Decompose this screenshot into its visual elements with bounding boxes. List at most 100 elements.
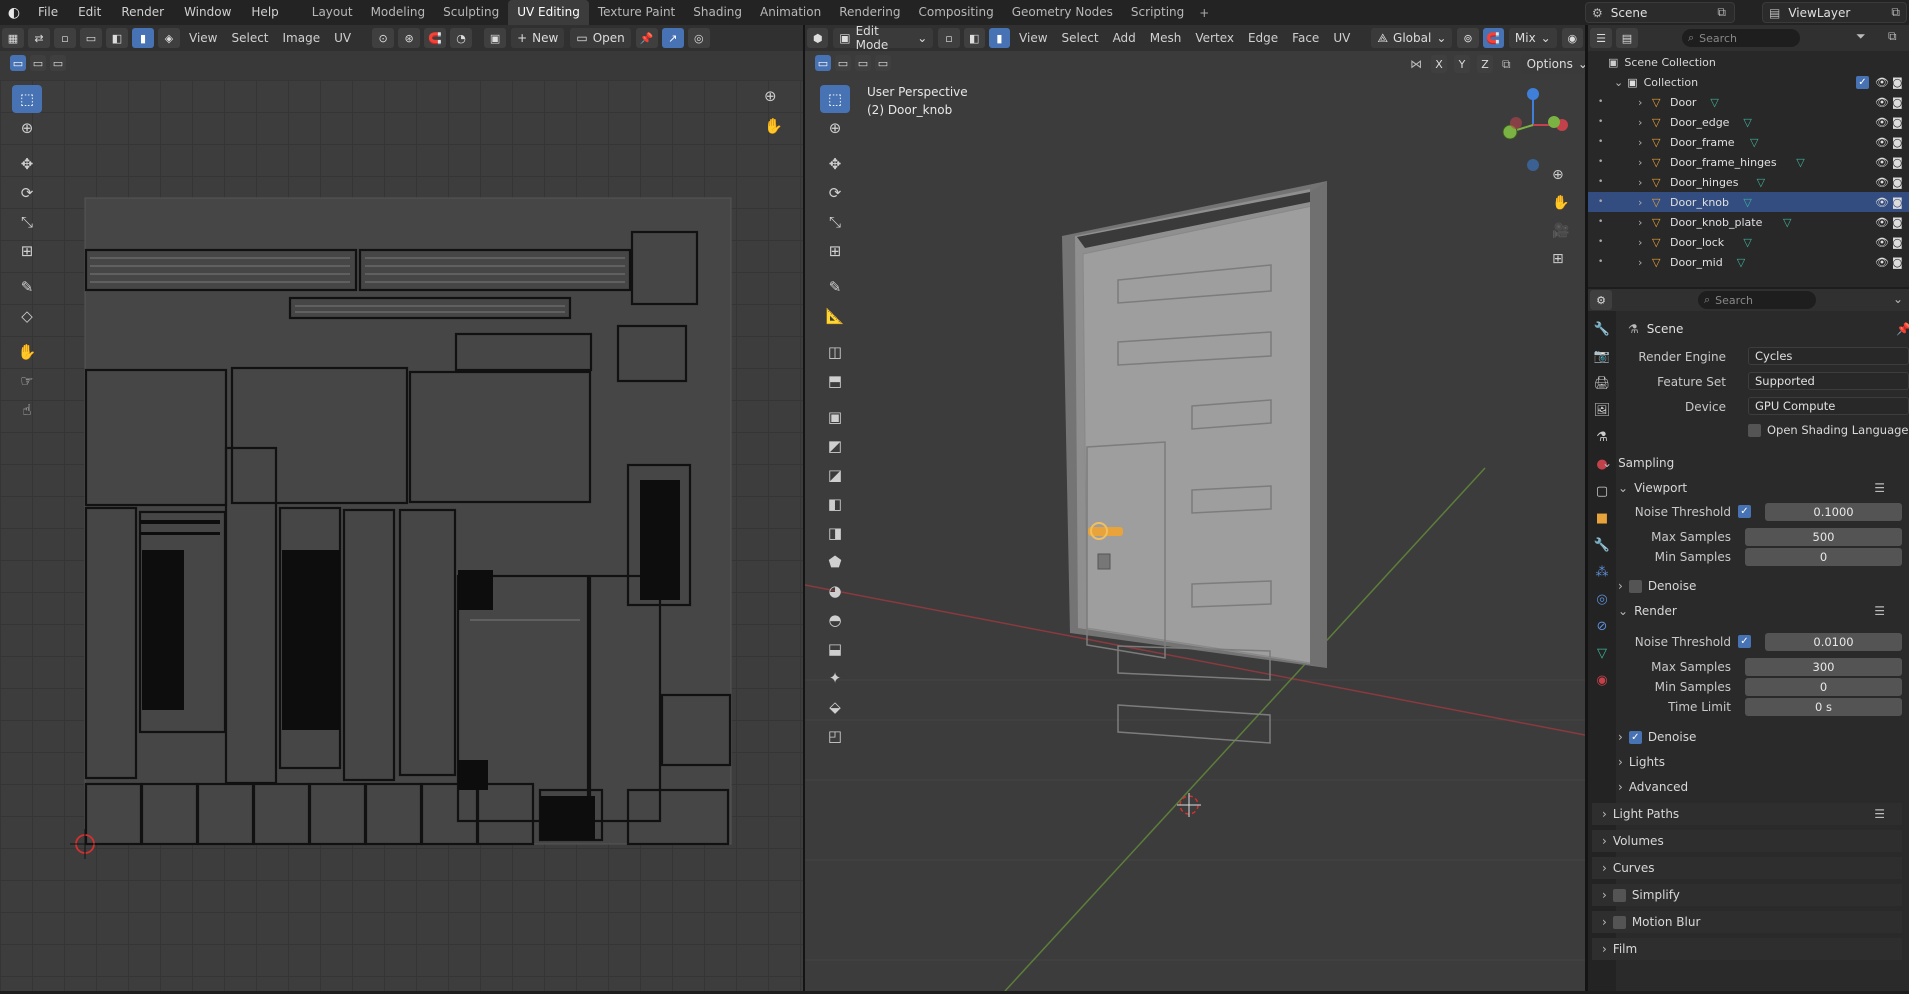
expand-chevron-icon[interactable]: › bbox=[1638, 176, 1642, 189]
vp-tool-knife-icon[interactable]: ◧ bbox=[820, 490, 850, 518]
render-noise-field[interactable]: 0.0100 bbox=[1765, 633, 1902, 651]
vp-pan-icon[interactable]: ✋ bbox=[1552, 195, 1569, 211]
tab-uv-editing[interactable]: UV Editing bbox=[508, 0, 589, 25]
viewport-noise-checkbox[interactable]: ✓ bbox=[1738, 505, 1751, 518]
select-extend-icon[interactable]: ▭ bbox=[30, 55, 46, 71]
vp-menu-add[interactable]: Add bbox=[1106, 26, 1143, 50]
snap-target-dropdown[interactable]: Mix ⌄ bbox=[1508, 28, 1557, 48]
face-select-icon[interactable]: ◧ bbox=[106, 28, 128, 48]
expand-chevron-icon[interactable]: › bbox=[1638, 236, 1642, 249]
dot-icon[interactable]: • bbox=[1598, 97, 1603, 107]
tool-select-icon[interactable]: ⬚ bbox=[12, 85, 42, 113]
render-presets-icon[interactable]: ☰ bbox=[1874, 604, 1885, 618]
overlay-icon[interactable]: ◎ bbox=[687, 28, 710, 48]
vp-tool-bevel-icon[interactable]: ◩ bbox=[820, 432, 850, 460]
render-noise-checkbox[interactable]: ✓ bbox=[1738, 635, 1751, 648]
render-camera-icon[interactable]: ◙ bbox=[1892, 96, 1903, 109]
pivot-point-icon[interactable]: ⊚ bbox=[1457, 28, 1479, 48]
curves-panel-header[interactable]: › Curves bbox=[1592, 857, 1902, 879]
tool-pinch-icon[interactable]: ☝ bbox=[12, 396, 42, 424]
render-camera-icon[interactable]: ◙ bbox=[1892, 196, 1903, 209]
vp-tool-box-icon[interactable]: ◰ bbox=[820, 722, 850, 750]
mesh-data-icon[interactable]: ▽ bbox=[1750, 136, 1758, 149]
vp-menu-vertex[interactable]: Vertex bbox=[1188, 26, 1241, 50]
outliner-row[interactable]: • › ▽ Door_frame ▽ 👁 ◙ bbox=[1588, 132, 1909, 152]
vp-select-extend-icon[interactable]: ▭ bbox=[835, 55, 851, 71]
outliner-row[interactable]: • › ▽ Door_knob ▽ 👁 ◙ bbox=[1588, 192, 1909, 212]
uv-canvas[interactable] bbox=[0, 80, 803, 991]
vp-select-intersect-icon[interactable]: ▭ bbox=[875, 55, 891, 71]
visibility-eye-icon[interactable]: 👁 bbox=[1875, 176, 1889, 189]
dot-icon[interactable]: • bbox=[1598, 157, 1603, 167]
viewport-max-samples-field[interactable]: 500 bbox=[1745, 528, 1902, 546]
vertex-select-icon[interactable]: ▫ bbox=[54, 28, 76, 48]
tool-grab-icon[interactable]: ✋ bbox=[12, 338, 42, 366]
viewport-min-samples-field[interactable]: 0 bbox=[1745, 548, 1902, 566]
properties-search-input[interactable]: ⌕ Search bbox=[1698, 291, 1816, 309]
film-panel-header[interactable]: › Film bbox=[1592, 938, 1902, 960]
vp-menu-select[interactable]: Select bbox=[1055, 26, 1106, 50]
lights-subpanel-header[interactable]: › Lights bbox=[1608, 751, 1909, 773]
dot-icon[interactable]: • bbox=[1598, 177, 1603, 187]
vp-tool-shear-icon[interactable]: ✦ bbox=[820, 664, 850, 692]
vp-menu-face[interactable]: Face bbox=[1285, 26, 1326, 50]
blender-logo-icon[interactable]: ◐ bbox=[0, 5, 28, 21]
render-camera-icon[interactable]: ◙ bbox=[1892, 116, 1903, 129]
outliner-row[interactable]: • › ▽ Door ▽ 👁 ◙ bbox=[1588, 92, 1909, 112]
pin-icon[interactable]: 📌 bbox=[635, 28, 658, 48]
proportional-edit-icon[interactable]: ◉ bbox=[1561, 28, 1583, 48]
sticky-select-icon[interactable]: ◈ bbox=[158, 28, 180, 48]
mode-dropdown[interactable]: ▣ Edit Mode ⌄ bbox=[833, 24, 934, 52]
mirror-x-button[interactable]: X bbox=[1431, 55, 1447, 73]
viewport-editor-type-icon[interactable]: ⬢ bbox=[807, 28, 829, 48]
time-limit-field[interactable]: 0 s bbox=[1745, 698, 1902, 716]
render-camera-icon[interactable]: ◙ bbox=[1892, 176, 1903, 189]
dot-icon[interactable]: • bbox=[1598, 117, 1603, 127]
vp-tool-edge-slide-icon[interactable]: ◓ bbox=[820, 606, 850, 634]
collection-eye-icon[interactable]: 👁 bbox=[1875, 76, 1889, 89]
outliner-editor-type-icon[interactable]: ☰ bbox=[1590, 28, 1612, 48]
vp-menu-uv[interactable]: UV bbox=[1326, 26, 1357, 50]
vp-tool-extrude-icon[interactable]: ⬒ bbox=[820, 367, 850, 395]
mesh-data-icon[interactable]: ▽ bbox=[1783, 216, 1791, 229]
mesh-data-icon[interactable]: ▽ bbox=[1710, 96, 1718, 109]
edge-mode-icon[interactable]: ◧ bbox=[963, 28, 985, 48]
tool-scale-icon[interactable]: ⤡ bbox=[12, 208, 42, 236]
new-image-button[interactable]: + New bbox=[511, 28, 565, 48]
tab-animation[interactable]: Animation bbox=[751, 0, 830, 25]
new-collection-icon[interactable]: ⧉ bbox=[1888, 29, 1897, 44]
viewport-presets-icon[interactable]: ☰ bbox=[1874, 481, 1885, 495]
new-scene-icon[interactable]: ⧉ bbox=[1717, 5, 1726, 20]
vp-select-subtract-icon[interactable]: ▭ bbox=[855, 55, 871, 71]
tool-transform-icon[interactable]: ⊞ bbox=[12, 237, 42, 265]
outliner-row[interactable]: • › ▽ Door_hinges ▽ 👁 ◙ bbox=[1588, 172, 1909, 192]
vp-tool-inset-icon[interactable]: ▣ bbox=[820, 403, 850, 431]
camera-view-icon[interactable]: 🎥 bbox=[1552, 223, 1569, 239]
vp-tool-cursor-icon[interactable]: ⊕ bbox=[820, 114, 850, 142]
render-subpanel-header[interactable]: ⌄ Render bbox=[1608, 600, 1909, 622]
visibility-eye-icon[interactable]: 👁 bbox=[1875, 216, 1889, 229]
editor-type-icon[interactable]: ▦ bbox=[2, 28, 24, 48]
outliner-row[interactable]: • › ▽ Door_knob_plate ▽ 👁 ◙ bbox=[1588, 212, 1909, 232]
outliner-row[interactable]: • › ▽ Door_mid ▽ 👁 ◙ bbox=[1588, 252, 1909, 272]
vp-tool-move-icon[interactable]: ✥ bbox=[820, 150, 850, 178]
sampling-panel-header[interactable]: ⌄ Sampling bbox=[1592, 452, 1902, 474]
vp-menu-mesh[interactable]: Mesh bbox=[1143, 26, 1189, 50]
dot-icon[interactable]: • bbox=[1598, 237, 1603, 247]
select-subtract-icon[interactable]: ▭ bbox=[50, 55, 66, 71]
advanced-subpanel-header[interactable]: › Advanced bbox=[1608, 776, 1909, 798]
mesh-data-icon[interactable]: ▽ bbox=[1743, 116, 1751, 129]
visibility-eye-icon[interactable]: 👁 bbox=[1875, 196, 1889, 209]
vertex-mode-icon[interactable]: ▫ bbox=[938, 28, 960, 48]
snap-icon[interactable]: 🧲 bbox=[424, 28, 447, 48]
collection-row[interactable]: ⌄ ▣ Collection ✓ 👁 ◙ bbox=[1588, 72, 1909, 92]
dot-icon[interactable]: • bbox=[1598, 197, 1603, 207]
tab-scripting[interactable]: Scripting bbox=[1122, 0, 1193, 25]
osl-row[interactable]: Open Shading Language bbox=[1748, 423, 1909, 437]
vp-tool-annotate-icon[interactable]: ✎ bbox=[820, 273, 850, 301]
navigation-gizmo[interactable] bbox=[1490, 85, 1580, 175]
pin-context-icon[interactable]: 📌 bbox=[1896, 322, 1909, 336]
menu-file[interactable]: File bbox=[28, 0, 68, 25]
dot-icon[interactable]: • bbox=[1598, 137, 1603, 147]
expand-chevron-icon[interactable]: › bbox=[1638, 136, 1642, 149]
